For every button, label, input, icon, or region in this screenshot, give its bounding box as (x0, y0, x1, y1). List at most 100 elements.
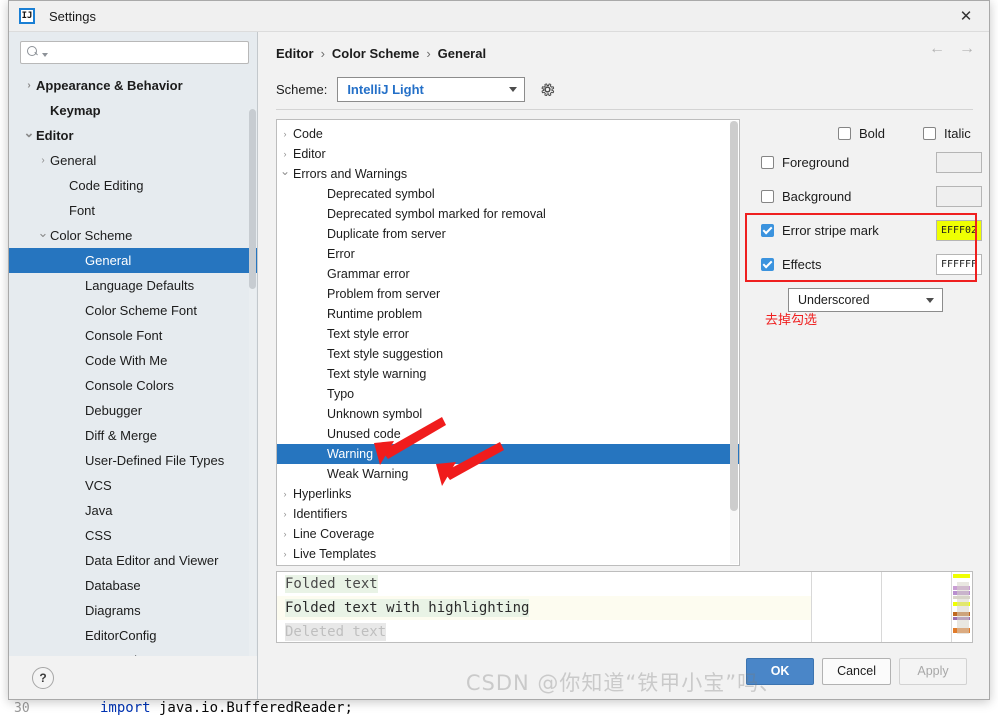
chevron-right-icon[interactable]: › (277, 529, 293, 539)
color-tree-item-errors-and-warnings[interactable]: ⌄ Errors and Warnings (277, 164, 739, 184)
sidebar-item-editorconfig[interactable]: EditorConfig (9, 623, 257, 648)
preview-folded-highlight-text: Folded text with highlighting (285, 599, 530, 617)
background-checkbox[interactable]: Background (761, 189, 889, 204)
sidebar-item-font[interactable]: Font (9, 198, 257, 223)
sidebar-item-data-editor-and-viewer[interactable]: Data Editor and Viewer (9, 548, 257, 573)
color-tree-scrollbar[interactable] (730, 121, 738, 564)
color-tree-item-hyperlinks[interactable]: › Hyperlinks (277, 484, 739, 504)
ok-button[interactable]: OK (746, 657, 815, 685)
sidebar-item-console-font[interactable]: Console Font (9, 323, 257, 348)
color-tree-item-line-coverage[interactable]: › Line Coverage (277, 524, 739, 544)
chevron-right-icon[interactable]: › (277, 129, 293, 139)
color-tree-item-duplicate-from-server[interactable]: Duplicate from server (277, 224, 739, 244)
sidebar-item-debugger[interactable]: Debugger (9, 398, 257, 423)
sidebar-item-appearance-behavior[interactable]: › Appearance & Behavior (9, 73, 257, 98)
foreground-checkbox[interactable]: Foreground (761, 155, 889, 170)
error-stripe-mark-checkbox[interactable]: Error stripe mark (761, 223, 889, 238)
chevron-right-icon[interactable]: › (36, 155, 50, 166)
sidebar-item-freemarker[interactable]: FreeMarker (9, 648, 257, 656)
sidebar-item-vcs[interactable]: VCS (9, 473, 257, 498)
color-settings-tree[interactable]: › Code › Editor ⌄ Errors and Warnings Deprecat… (276, 119, 740, 566)
color-preview-pane[interactable]: Folded text Folded text with highlightin… (276, 571, 973, 643)
color-tree-item-unused-code[interactable]: Unused code (277, 424, 739, 444)
scheme-select[interactable]: IntelliJ Light (337, 76, 526, 102)
chevron-right-icon[interactable]: › (277, 549, 293, 559)
sidebar-item-css[interactable]: CSS (9, 523, 257, 548)
color-tree-item-runtime-problem[interactable]: Runtime problem (277, 304, 739, 324)
sidebar-item-language-defaults[interactable]: Language Defaults (9, 273, 257, 298)
effects-color-swatch[interactable]: FFFFFF (936, 253, 982, 275)
sidebar-item-diagrams[interactable]: Diagrams (9, 598, 257, 623)
close-icon[interactable]: ✕ (943, 1, 989, 31)
color-tree-item-identifiers[interactable]: › Identifiers (277, 504, 739, 524)
breadcrumb-item-general[interactable]: General (438, 46, 486, 61)
chevron-down-icon[interactable]: ⌄ (277, 164, 293, 178)
sidebar-scrollbar[interactable] (249, 109, 256, 656)
sidebar-item-java[interactable]: Java (9, 498, 257, 523)
sidebar-item-label: EditorConfig (85, 628, 157, 643)
sidebar-item-user-defined-file-types[interactable]: User-Defined File Types (9, 448, 257, 473)
color-tree-item-code[interactable]: › Code (277, 124, 739, 144)
color-tree-scrollbar-thumb[interactable] (730, 121, 738, 511)
color-tree-item-weak-warning[interactable]: Weak Warning (277, 464, 739, 484)
color-tree-item-grammar-error[interactable]: Grammar error (277, 264, 739, 284)
sidebar-item-database[interactable]: Database (9, 573, 257, 598)
apply-button[interactable]: Apply (899, 657, 967, 685)
sidebar-item-general[interactable]: › General (9, 148, 257, 173)
sidebar-item-editor[interactable]: ⌄ Editor (9, 123, 257, 148)
color-tree-item-warning[interactable]: Warning (277, 444, 739, 464)
editor-code-text: import java.io.BufferedReader; (100, 700, 353, 716)
breadcrumb-item-color-scheme[interactable]: Color Scheme (332, 46, 419, 61)
search-box[interactable] (20, 41, 249, 64)
color-tree-item-error[interactable]: Error (277, 244, 739, 264)
color-tree-item-label: Problem from server (327, 287, 441, 301)
color-tree-item-problem-from-server[interactable]: Problem from server (277, 284, 739, 304)
sidebar-item-color-scheme-font[interactable]: Color Scheme Font (9, 298, 257, 323)
color-tree-item-text-style-error[interactable]: Text style error (277, 324, 739, 344)
color-tree-item-popups-and-hints[interactable]: ›Popups and Hints (277, 564, 739, 565)
chevron-down-icon[interactable]: ⌄ (36, 225, 50, 241)
color-tree-item-live-templates[interactable]: › Live Templates (277, 544, 739, 564)
search-input[interactable] (48, 45, 242, 60)
color-tree-item-text-style-warning[interactable]: Text style warning (277, 364, 739, 384)
italic-checkbox[interactable]: Italic (923, 126, 971, 141)
preview-error-stripe[interactable] (951, 572, 972, 642)
error-stripe-mark-color-swatch[interactable]: EFFF02 (936, 219, 982, 241)
editor-line-number: 30 (14, 701, 30, 716)
chevron-right-icon[interactable]: › (277, 509, 293, 519)
effects-checkbox[interactable]: Effects (761, 257, 889, 272)
chevron-right-icon[interactable]: › (277, 489, 293, 499)
settings-content: Editor › Color Scheme › General ← → Sche… (258, 32, 989, 699)
stripe-range-band (957, 582, 969, 634)
chevron-right-icon[interactable]: › (22, 80, 36, 91)
back-arrow-icon[interactable]: ← (929, 41, 945, 57)
help-icon[interactable]: ? (32, 666, 54, 689)
bold-checkbox[interactable]: Bold (838, 126, 885, 141)
chevron-down-icon[interactable]: ⌄ (22, 125, 36, 141)
sidebar-item-keymap[interactable]: Keymap (9, 98, 257, 123)
cancel-button[interactable]: Cancel (822, 657, 891, 685)
sidebar-scrollbar-thumb[interactable] (249, 109, 256, 289)
forward-arrow-icon[interactable]: → (959, 41, 975, 57)
preview-wrap: Folded text Folded text with highlightin… (258, 566, 989, 643)
background-color-swatch[interactable] (936, 185, 982, 207)
sidebar-item-general[interactable]: General (9, 248, 257, 273)
background-row: Background (748, 179, 982, 213)
color-tree-item-unknown-symbol[interactable]: Unknown symbol (277, 404, 739, 424)
sidebar-tree[interactable]: › Appearance & Behavior Keymap ⌄ Editor › Gene… (9, 71, 257, 656)
chevron-right-icon[interactable]: › (277, 149, 293, 159)
color-tree-item-editor[interactable]: › Editor (277, 144, 739, 164)
sidebar-item-color-scheme[interactable]: ⌄ Color Scheme (9, 223, 257, 248)
gear-icon[interactable] (539, 81, 556, 98)
scheme-selected-value: IntelliJ Light (347, 81, 424, 97)
sidebar-item-diff-merge[interactable]: Diff & Merge (9, 423, 257, 448)
sidebar-item-code-editing[interactable]: Code Editing (9, 173, 257, 198)
color-tree-item-deprecated-symbol-marked-for-removal[interactable]: Deprecated symbol marked for removal (277, 204, 739, 224)
color-tree-item-typo[interactable]: Typo (277, 384, 739, 404)
foreground-color-swatch[interactable] (936, 151, 982, 173)
sidebar-item-console-colors[interactable]: Console Colors (9, 373, 257, 398)
sidebar-item-code-with-me[interactable]: Code With Me (9, 348, 257, 373)
color-tree-item-deprecated-symbol[interactable]: Deprecated symbol (277, 184, 739, 204)
breadcrumb-item-editor[interactable]: Editor (276, 46, 314, 61)
color-tree-item-text-style-suggestion[interactable]: Text style suggestion (277, 344, 739, 364)
